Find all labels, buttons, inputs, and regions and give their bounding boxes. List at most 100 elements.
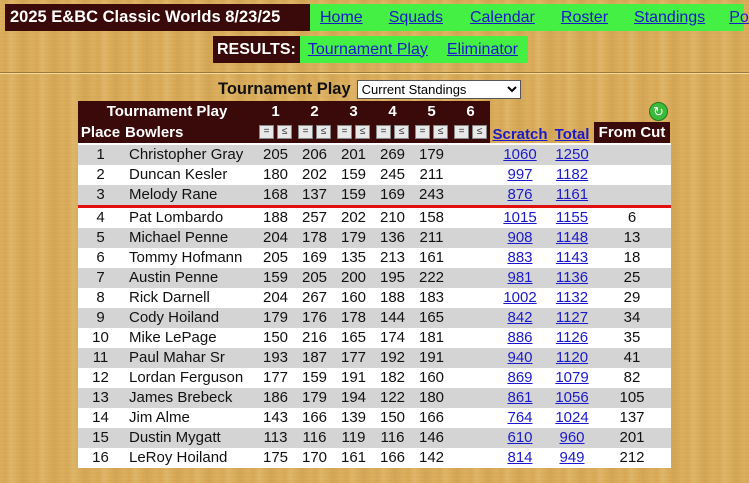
scratch-cell-link[interactable]: 981 [507,269,532,286]
from-cut-cell: 137 [619,409,645,426]
place-cell: 9 [96,309,105,326]
game-4-score: 182 [379,369,406,386]
place-cell: 14 [92,409,109,426]
game-5-sort: = ≤ [412,122,451,143]
place-cell: 2 [96,166,105,183]
place-cell: 7 [96,269,105,286]
sort-asc-button[interactable]: = [454,125,469,139]
sort-asc-button[interactable]: = [298,125,313,139]
scratch-cell-link[interactable]: 610 [507,429,532,446]
scratch-sort-link[interactable]: Scratch [492,126,547,143]
scratch-cell-link[interactable]: 814 [507,449,532,466]
total-cell-link[interactable]: 1136 [556,269,588,286]
game-6-score [451,328,490,348]
scratch-cell: 814 [490,448,550,468]
total-cell-link[interactable]: 1024 [555,409,588,426]
total-cell-link[interactable]: 1148 [556,229,588,246]
game-3-score: 201 [340,146,367,163]
total-cell-link[interactable]: 1155 [556,209,588,226]
game-4-header: 4 [373,101,412,122]
game-5-score: 243 [418,186,445,203]
nav-standings[interactable]: Standings [634,9,705,27]
sort-desc-button[interactable]: ≤ [433,125,448,139]
scratch-cell-link[interactable]: 861 [507,389,532,406]
game-6-score [451,208,490,228]
total-cell-link[interactable]: 1161 [556,186,588,203]
scratch-cell: 1002 [490,288,550,308]
game-4-score: 174 [379,329,406,346]
game-1-score: 204 [262,229,289,246]
sort-desc-button[interactable]: ≤ [355,125,370,139]
nav-roster[interactable]: Roster [561,9,608,27]
bowler-name: James Brebeck [129,389,233,406]
game-5-score: 161 [418,249,445,266]
scratch-cell-link[interactable]: 1015 [503,209,536,226]
total-cell-link[interactable]: 1120 [556,349,588,366]
from-cut-cell: 6 [627,209,637,226]
game-1-score: 179 [262,309,289,326]
scratch-cell-link[interactable]: 876 [507,186,532,203]
table-row: 11 Paul Mahar Sr 193 187 177 192 191 940 1120 41 [78,348,671,368]
total-cell: 1136 [550,268,594,288]
from-cut-cell: 25 [623,269,641,286]
view-selector-row: Tournament Play Current Standings [218,80,521,99]
table-row: 14 Jim Alme 143 166 139 150 166 764 1024 137 [78,408,671,428]
total-cell-link[interactable]: 1079 [555,369,588,386]
total-cell-link[interactable]: 1056 [555,389,588,406]
total-sort-link[interactable]: Total [555,126,590,143]
scratch-header-cell: Scratch [490,122,550,143]
scratch-cell-link[interactable]: 764 [507,409,532,426]
total-cell-link[interactable]: 960 [559,429,584,446]
scratch-cell: 940 [490,348,550,368]
bowler-name: Melody Rane [129,186,218,203]
table-row: 12 Lordan Ferguson 177 159 191 182 160 869 1079 8… [78,368,671,388]
sort-asc-button[interactable]: = [337,125,352,139]
game-4-score: 245 [379,166,406,183]
place-cell: 16 [92,449,109,466]
total-cell-link[interactable]: 1250 [555,146,588,163]
scratch-cell-link[interactable]: 886 [507,329,532,346]
refresh-icon[interactable]: ↻ [649,102,668,121]
bowler-name: Duncan Kesler [129,166,228,183]
nav-home[interactable]: Home [320,9,363,27]
standings-select[interactable]: Current Standings [356,80,521,99]
game-6-score [451,228,490,248]
from-cut-cell: 29 [623,289,641,306]
nav-squads[interactable]: Squads [389,9,443,27]
sort-desc-button[interactable]: ≤ [394,125,409,139]
total-cell-link[interactable]: 1182 [556,166,588,183]
sort-desc-button[interactable]: ≤ [472,125,487,139]
sort-asc-button[interactable]: = [376,125,391,139]
place-cell: 8 [96,289,105,306]
nav-pots[interactable]: Pots [729,9,749,27]
scratch-cell-link[interactable]: 1002 [503,289,536,306]
from-cut-header: From Cut [594,122,670,143]
total-cell-link[interactable]: 1127 [556,309,588,326]
bowler-name: Cody Hoiland [129,309,220,326]
results-tournament-play-link[interactable]: Tournament Play [308,41,428,59]
table-row: 6 Tommy Hofmann 205 169 135 213 161 883 1143 18 [78,248,671,268]
game-2-score: 116 [302,429,327,446]
scratch-cell-link[interactable]: 908 [507,229,532,246]
total-cell-link[interactable]: 1143 [556,249,588,266]
scratch-cell-link[interactable]: 1060 [503,146,536,163]
game-1-score: 143 [262,409,289,426]
game-1-header: 1 [256,101,295,122]
sort-desc-button[interactable]: ≤ [277,125,292,139]
scratch-cell-link[interactable]: 869 [507,369,532,386]
total-cell-link[interactable]: 1132 [556,289,588,306]
scratch-cell-link[interactable]: 883 [507,249,532,266]
sort-asc-button[interactable]: = [259,125,274,139]
results-eliminator-link[interactable]: Eliminator [447,41,518,59]
scratch-cell: 997 [490,165,550,185]
scratch-cell-link[interactable]: 940 [507,349,532,366]
sort-desc-button[interactable]: ≤ [316,125,331,139]
scratch-cell-link[interactable]: 842 [507,309,532,326]
sort-asc-button[interactable]: = [415,125,430,139]
total-cell-link[interactable]: 1126 [556,329,588,346]
scratch-cell-link[interactable]: 997 [507,166,532,183]
game-5-score: 179 [418,146,445,163]
nav-calendar[interactable]: Calendar [470,9,535,27]
game-2-sort: = ≤ [295,122,334,143]
total-cell-link[interactable]: 949 [559,449,584,466]
